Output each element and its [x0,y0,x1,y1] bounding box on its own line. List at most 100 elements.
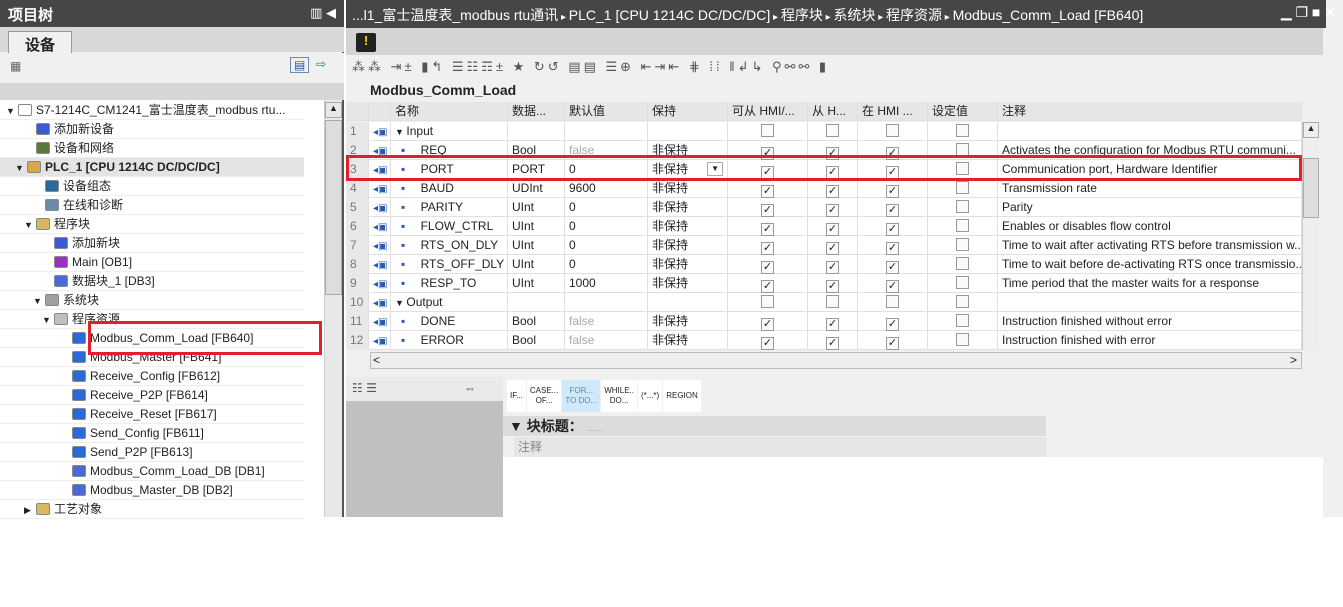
param-comment[interactable] [998,122,1302,141]
table-row[interactable]: 12 ◂▣ ▪ ERROR Bool false 非保持 ✓ ✓ ✓ Instruction fi… [346,331,1302,350]
breadcrumb-item[interactable]: Modbus_Comm_Load [FB640] [953,7,1144,23]
param-datatype[interactable]: UInt [508,198,565,217]
setpoint-checkbox[interactable] [956,219,969,232]
param-name[interactable]: ▪ RTS_ON_DLY [391,236,508,255]
param-default-value[interactable]: 9600 [565,179,648,198]
table-row[interactable]: 6 ◂▣ ▪ FLOW_CTRL UInt 0 非保持 ✓ ✓ ✓ Enables or disa… [346,217,1302,236]
table-row[interactable]: 7 ◂▣ ▪ RTS_ON_DLY UInt 0 非保持 ✓ ✓ ✓ Time to wait a… [346,236,1302,255]
column-header[interactable]: 在 HMI ... [858,102,928,121]
hmi-accessible-checkbox[interactable] [761,295,774,308]
hmi-writable-checkbox[interactable]: ✓ [826,223,839,236]
tree-item[interactable]: ▼ 系统块 [0,291,304,310]
param-retain[interactable]: 非保持 [648,255,728,274]
table-vertical-scrollbar[interactable]: ▲ [1302,122,1319,350]
param-default-value[interactable]: 0 [565,255,648,274]
param-name[interactable]: ▪ BAUD [391,179,508,198]
column-header[interactable]: 注释 [998,102,1302,121]
param-datatype[interactable]: UInt [508,274,565,293]
scroll-up-icon[interactable]: ▲ [325,102,342,118]
tree-item[interactable]: 在线和诊断 [0,196,304,215]
param-retain[interactable]: 非保持 [648,312,728,331]
param-comment[interactable]: Time to wait after activating RTS before… [998,236,1302,255]
collapse-panel-icon[interactable]: ▥ ◀ [310,5,336,21]
column-header[interactable]: 可从 HMI/... [728,102,808,121]
new-group-icon[interactable]: ▦ [10,59,21,73]
param-comment[interactable]: Instruction finished without error [998,312,1302,331]
setpoint-checkbox[interactable] [956,257,969,270]
tree-item[interactable]: ▼ 程序块 [0,215,304,234]
expand-arrow-icon[interactable]: ▼ [395,298,406,308]
setpoint-checkbox[interactable] [956,200,969,213]
expand-arrow-icon[interactable]: ▼ [395,127,406,137]
param-default-value[interactable]: false [565,312,648,331]
hmi-visible-checkbox[interactable]: ✓ [886,242,899,255]
param-retain[interactable]: 非保持 [648,217,728,236]
param-datatype[interactable]: UInt [508,236,565,255]
hmi-visible-checkbox[interactable]: ✓ [886,204,899,217]
hmi-accessible-checkbox[interactable]: ✓ [761,242,774,255]
param-comment[interactable] [998,293,1302,312]
editor-toolbar[interactable]: ⁂⁂ ⇥± ▮↰ ☰☷☶± ★ ↻↺ ▤▤ ☰⊕ ⇤⇥⇤ ⋕ ⁞⁞ ‖↲↳ ⚲⚯… [346,55,1323,82]
tab-devices[interactable]: 设备 [8,31,72,54]
hmi-accessible-checkbox[interactable]: ✓ [761,280,774,293]
checkbox-cell[interactable]: ✓ [728,198,808,217]
hmi-writable-checkbox[interactable]: ✓ [826,280,839,293]
checkbox-cell[interactable] [928,217,998,236]
statement-button[interactable]: CASE... OF... [526,380,562,412]
checkbox-cell[interactable] [928,331,998,350]
hmi-accessible-checkbox[interactable]: ✓ [761,185,774,198]
hmi-writable-checkbox[interactable] [826,295,839,308]
hmi-visible-checkbox[interactable]: ✓ [886,185,899,198]
window-controls[interactable]: ▁ ❐ ■ ✕ [1281,4,1336,21]
setpoint-checkbox[interactable] [956,333,969,346]
checkbox-cell[interactable]: ✓ [728,217,808,236]
param-default-value[interactable]: 0 [565,236,648,255]
tree-item[interactable]: ▼ PLC_1 [CPU 1214C DC/DC/DC] [0,158,304,177]
param-comment[interactable]: Transmission rate [998,179,1302,198]
param-default-value[interactable]: false [565,331,648,350]
breadcrumb-item[interactable]: 程序资源 [886,7,942,23]
checkbox-cell[interactable]: ✓ [728,255,808,274]
param-comment[interactable]: Time to wait before de-activating RTS on… [998,255,1302,274]
param-default-value[interactable]: 1000 [565,274,648,293]
expand-arrow-icon[interactable]: ▼ [24,216,36,235]
checkbox-cell[interactable] [928,293,998,312]
column-header[interactable]: 保持 [648,102,728,121]
param-name[interactable]: ▼ Output [391,293,508,312]
column-header[interactable]: 数据... [508,102,565,121]
checkbox-cell[interactable] [928,179,998,198]
param-name[interactable]: ▪ PARITY [391,198,508,217]
param-datatype[interactable]: UDInt [508,179,565,198]
tree-item[interactable]: 数据块_1 [DB3] [0,272,304,291]
checkbox-cell[interactable] [928,198,998,217]
checkbox-cell[interactable]: ✓ [808,217,858,236]
checkbox-cell[interactable]: ✓ [858,331,928,350]
table-row[interactable]: 9 ◂▣ ▪ RESP_TO UInt 1000 非保持 ✓ ✓ ✓ Time period th… [346,274,1302,293]
column-header[interactable] [369,102,391,121]
code-editor[interactable] [503,457,1323,517]
hmi-writable-checkbox[interactable]: ✓ [826,242,839,255]
statement-button[interactable]: WHILE.. DO... [601,380,637,412]
checkbox-cell[interactable]: ✓ [858,312,928,331]
param-name[interactable]: ▪ ERROR [391,331,508,350]
hmi-writable-checkbox[interactable]: ✓ [826,204,839,217]
hmi-visible-checkbox[interactable] [886,295,899,308]
expand-arrow-icon[interactable]: ▼ [15,159,27,178]
checkbox-cell[interactable]: ✓ [808,331,858,350]
checkbox-cell[interactable]: ✓ [728,179,808,198]
param-name[interactable]: ▪ RTS_OFF_DLY [391,255,508,274]
hmi-accessible-checkbox[interactable]: ✓ [761,318,774,331]
checkbox-cell[interactable]: ✓ [858,255,928,274]
breadcrumb-item[interactable]: 程序块 [781,7,823,23]
tree-item[interactable]: Modbus_Master_DB [DB2] [0,481,304,500]
tree-item[interactable]: ▶ 工艺对象 [0,500,304,519]
tree-item[interactable]: Receive_Reset [FB617] [0,405,304,424]
overview-view-icon[interactable]: ▤ [290,57,310,73]
export-icon[interactable]: ⇨ [316,57,326,71]
checkbox-cell[interactable] [858,293,928,312]
setpoint-checkbox[interactable] [956,124,969,137]
param-comment[interactable]: Instruction finished with error [998,331,1302,350]
checkbox-cell[interactable] [928,274,998,293]
warning-icon[interactable]: ! [356,33,376,52]
tree-item[interactable]: Receive_Config [FB612] [0,367,304,386]
